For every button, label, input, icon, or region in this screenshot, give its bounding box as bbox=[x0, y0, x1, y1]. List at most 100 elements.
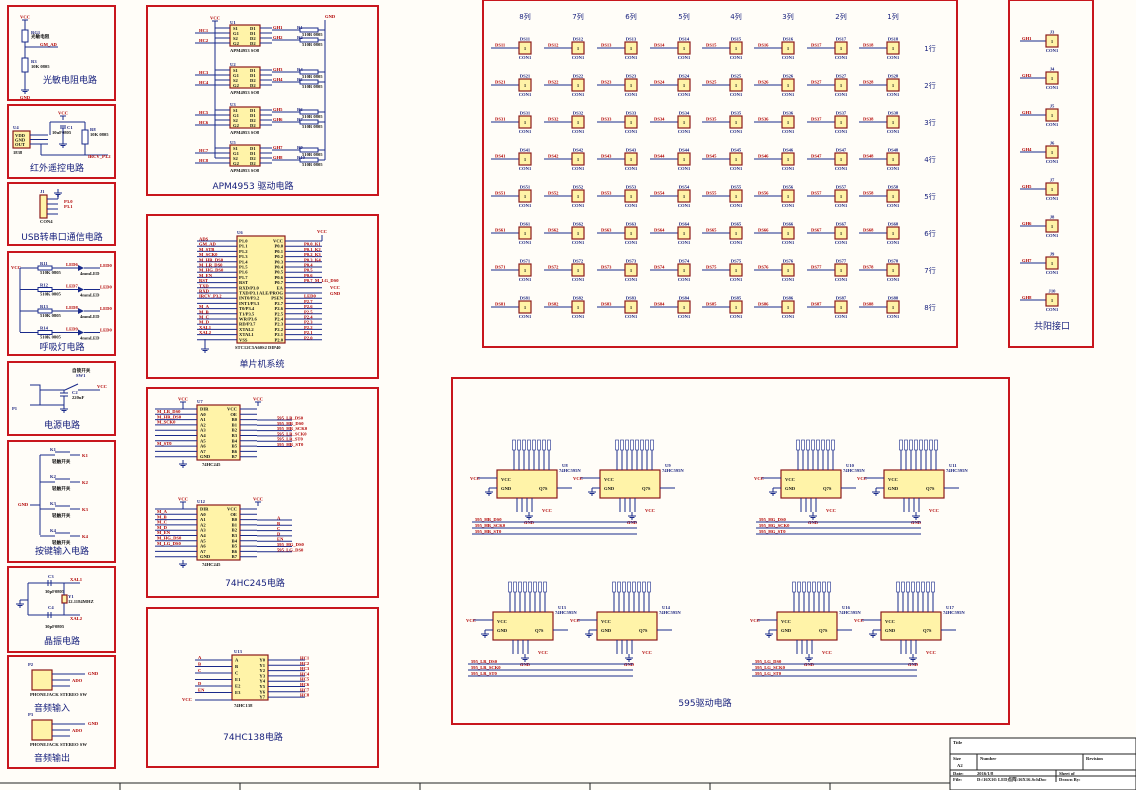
matrix-connector-ref: DS46 bbox=[783, 148, 794, 153]
matrix-column-label: 7列 bbox=[572, 12, 583, 21]
matrix-connector-ref: DS84 bbox=[679, 296, 690, 301]
matrix-column-label: 5列 bbox=[678, 12, 689, 21]
hc245-pin: GND bbox=[200, 554, 211, 559]
hc138-pin: Y0 bbox=[259, 658, 265, 663]
hc595-net-label: 595_HR_ST0 bbox=[475, 529, 502, 534]
hc245-part: 74HC245 bbox=[202, 462, 221, 467]
matrix-connector-ref: DS85 bbox=[731, 296, 742, 301]
apm-chip-ref: U2 bbox=[230, 62, 236, 67]
matrix-connector-ref: DS72 bbox=[573, 259, 584, 264]
matrix-connector-ref: DS35 bbox=[731, 111, 742, 116]
74hc595-chip bbox=[492, 611, 554, 641]
matrix-net-label: DS25 bbox=[706, 80, 717, 85]
led-ref: LED6 bbox=[66, 262, 78, 267]
matrix-connector-part: CON1 bbox=[572, 240, 585, 245]
resistor-icon bbox=[647, 581, 651, 593]
title-apm4953: APM4953 驱动电路 bbox=[212, 180, 293, 192]
resistor-icon bbox=[806, 439, 810, 451]
hc245-ref: U7 bbox=[197, 399, 203, 404]
audio-net: ADO bbox=[72, 678, 83, 683]
matrix-connector-ref: DS82 bbox=[573, 296, 584, 301]
matrix-connector-ref: DS26 bbox=[783, 74, 794, 79]
matrix-connector-part: CON1 bbox=[625, 203, 638, 208]
matrix-connector-ref: DS51 bbox=[520, 185, 531, 190]
anode-net-label: GH4 bbox=[1022, 147, 1032, 152]
hc245-pin: A7 bbox=[200, 449, 206, 454]
hc595-pin: GND bbox=[885, 628, 896, 633]
hc595-pin: VCC bbox=[497, 619, 507, 624]
matrix-connector-ref: DS61 bbox=[520, 222, 531, 227]
title-595: 595驱动电路 bbox=[678, 697, 731, 709]
r8-value: 10K 0805 bbox=[90, 132, 109, 137]
matrix-connector-part: CON1 bbox=[782, 203, 795, 208]
hc138-in-net: B bbox=[198, 662, 201, 667]
hc245-pin: A4 bbox=[200, 533, 206, 538]
net-xal2: XAL2 bbox=[70, 616, 83, 621]
hc245-pin: B3 bbox=[232, 533, 238, 538]
matrix-connector-ref: DS62 bbox=[573, 222, 584, 227]
hc245-pin: B1 bbox=[232, 522, 238, 527]
apm-in-net: HC4 bbox=[199, 80, 209, 85]
tb-file: D:\16X16\ LED点阵\16X16.SchDoc bbox=[977, 776, 1046, 783]
matrix-row-label: 2行 bbox=[924, 81, 935, 90]
matrix-connector-ref: DS44 bbox=[679, 148, 690, 153]
hc138-in-net: C bbox=[198, 668, 201, 673]
matrix-net-label: DS46 bbox=[758, 154, 769, 159]
hc595-part: 74HC595N bbox=[559, 468, 581, 473]
hc245-pin: B0 bbox=[232, 417, 238, 422]
matrix-connector-ref: DS83 bbox=[626, 296, 637, 301]
hc245-in-net: M_HR_DS0 bbox=[157, 414, 182, 419]
anode-part: CON1 bbox=[1046, 196, 1059, 201]
resistor-icon bbox=[637, 581, 641, 593]
matrix-connector-part: CON1 bbox=[678, 92, 691, 97]
resistor-icon bbox=[914, 439, 918, 451]
matrix-net-label: DS48 bbox=[863, 154, 874, 159]
hc245-in-net: M_HG_DS0 bbox=[157, 536, 182, 541]
crystal-icon bbox=[61, 594, 68, 604]
matrix-connector-part: CON1 bbox=[625, 129, 638, 134]
title-keys: 按键输入电路 bbox=[35, 545, 89, 557]
hc595-part: 74HC595N bbox=[946, 468, 968, 473]
hc138-pin: Y1 bbox=[259, 663, 265, 668]
tb-size-label: Size bbox=[953, 756, 961, 761]
resistor-icon bbox=[527, 439, 531, 451]
anode-ref: J8 bbox=[1050, 215, 1055, 220]
matrix-connector-part: CON1 bbox=[572, 314, 585, 319]
led-res-value: 510K 0805 bbox=[40, 313, 62, 318]
anode-net-label: GH5 bbox=[1022, 184, 1032, 189]
matrix-connector-part: CON1 bbox=[835, 277, 848, 282]
matrix-net-label: DS32 bbox=[548, 117, 559, 122]
matrix-connector-ref: DS65 bbox=[731, 222, 742, 227]
schematic-components: VCCRG1光敏电阻GM_ADR310K 0805GNDVDDGNDOUTU41… bbox=[11, 12, 1059, 747]
matrix-connector-part: CON1 bbox=[782, 277, 795, 282]
key-ref: K2 bbox=[50, 474, 57, 479]
c1-value: 10uF0805 bbox=[52, 130, 72, 135]
hc245-pin: A0 bbox=[200, 412, 206, 417]
hc595-part: 74HC595N bbox=[943, 610, 965, 615]
hc595-vcc: VCC bbox=[573, 476, 583, 481]
resistor-icon bbox=[522, 439, 526, 451]
matrix-net-label: DS68 bbox=[863, 228, 874, 233]
hc595-pin: Q7S bbox=[639, 628, 648, 633]
anode-part: CON1 bbox=[1046, 270, 1059, 275]
matrix-connector-part: CON1 bbox=[625, 277, 638, 282]
matrix-column-label: 6列 bbox=[625, 12, 636, 21]
hc595-vcc: VCC bbox=[854, 618, 864, 623]
matrix-connector-ref: DS88 bbox=[888, 296, 899, 301]
apm-in-net: HC5 bbox=[199, 110, 209, 115]
c4-ref: C4 bbox=[48, 605, 54, 610]
resistor-icon bbox=[645, 439, 649, 451]
matrix-connector-part: CON1 bbox=[782, 166, 795, 171]
matrix-connector-ref: DS38 bbox=[888, 111, 899, 116]
switch-ref: SW1 bbox=[76, 373, 86, 378]
hc595-part: 74HC595N bbox=[843, 468, 865, 473]
resistor-icon bbox=[831, 439, 835, 451]
matrix-connector-ref: DS28 bbox=[888, 74, 899, 79]
key-desc: 轻触开关 bbox=[52, 458, 71, 465]
apm-res-value: 510R 0805 bbox=[302, 152, 323, 157]
resistor-icon bbox=[620, 439, 624, 451]
matrix-net-label: DS47 bbox=[811, 154, 822, 159]
apm-chip-ref: U3 bbox=[230, 102, 236, 107]
matrix-net-label: DS27 bbox=[811, 80, 822, 85]
matrix-connector-part: CON1 bbox=[782, 240, 795, 245]
